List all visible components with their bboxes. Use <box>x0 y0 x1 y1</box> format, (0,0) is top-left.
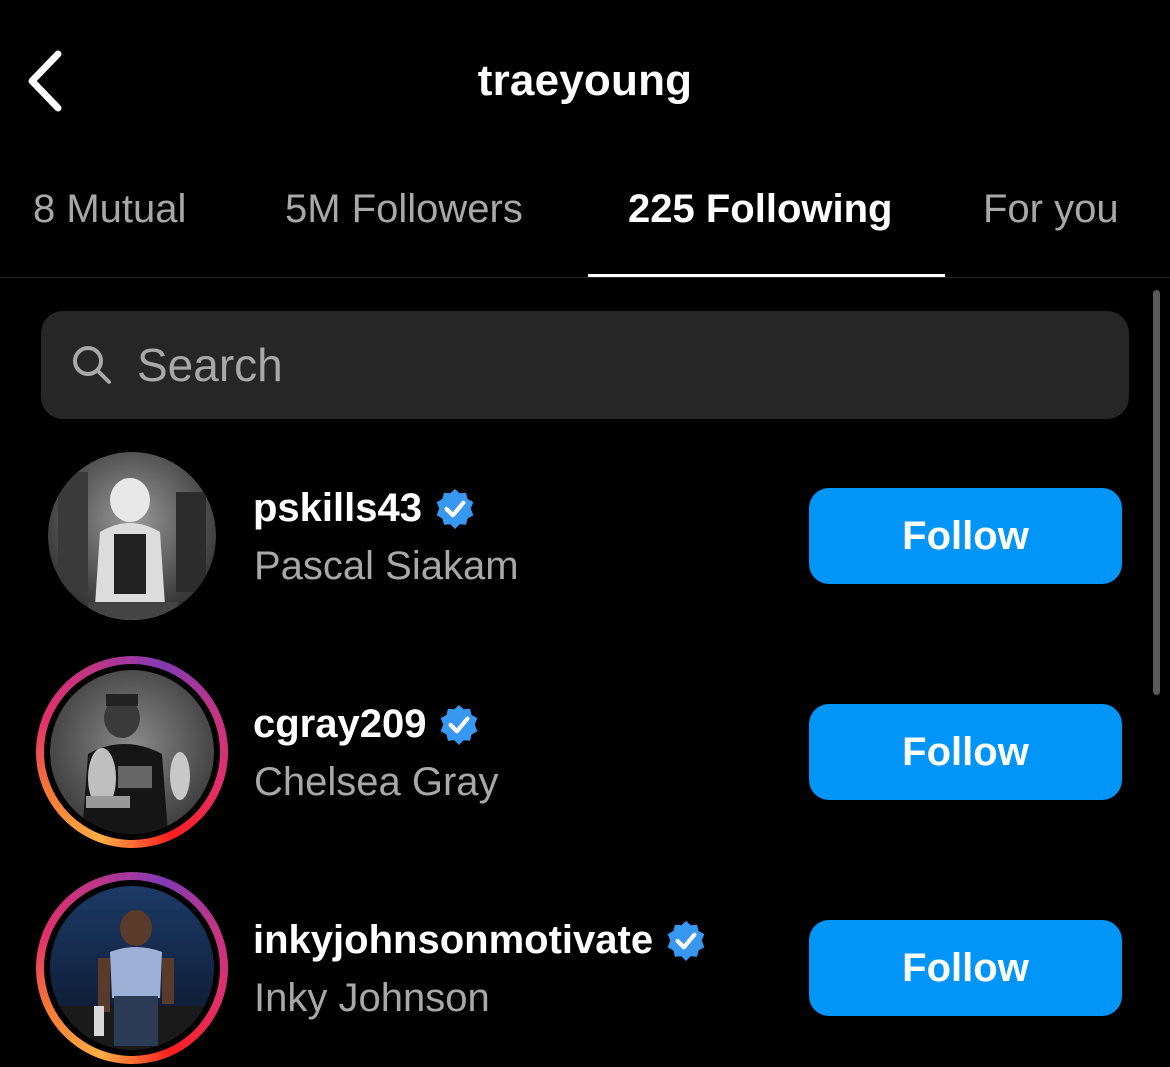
full-name: Inky Johnson <box>254 976 490 1020</box>
search-icon <box>73 346 111 384</box>
username[interactable]: inkyjohnsonmotivate <box>253 918 653 963</box>
username-line: cgray209 <box>253 702 480 747</box>
search-input[interactable] <box>137 311 1097 419</box>
follow-button[interactable]: Follow <box>809 704 1122 800</box>
follow-button[interactable]: Follow <box>809 488 1122 584</box>
list-item[interactable]: inkyjohnsonmotivate Inky Johnson Follow <box>0 872 1140 1067</box>
username[interactable]: cgray209 <box>253 702 426 747</box>
active-tab-indicator <box>588 274 945 277</box>
scrollbar[interactable] <box>1153 290 1160 695</box>
full-name: Chelsea Gray <box>254 760 499 804</box>
list-item[interactable]: pskills43 Pascal Siakam Follow <box>0 440 1140 640</box>
search-bar[interactable] <box>41 311 1129 419</box>
verified-badge-icon <box>436 488 474 529</box>
username-line: inkyjohnsonmotivate <box>253 918 707 963</box>
tab-bar: 8 Mutual 5M Followers 225 Following For … <box>0 165 1170 278</box>
page-title: traeyoung <box>477 56 693 105</box>
tab-mutual[interactable]: 8 Mutual <box>33 187 186 232</box>
follow-button[interactable]: Follow <box>809 920 1122 1016</box>
list-item[interactable]: cgray209 Chelsea Gray Follow <box>0 656 1140 856</box>
avatar[interactable] <box>36 438 228 630</box>
avatar-story-ring[interactable] <box>36 656 228 848</box>
verified-badge-icon <box>667 920 705 961</box>
avatar <box>50 670 214 834</box>
verified-badge-icon <box>441 704 478 745</box>
avatar <box>50 886 214 1050</box>
username[interactable]: pskills43 <box>253 486 422 531</box>
full-name: Pascal Siakam <box>254 544 519 588</box>
tab-followers[interactable]: 5M Followers <box>285 187 523 232</box>
avatar-story-ring[interactable] <box>36 872 228 1064</box>
tab-following[interactable]: 225 Following <box>628 187 892 232</box>
username-line: pskills43 <box>253 486 476 531</box>
tab-for-you[interactable]: For you <box>983 187 1119 232</box>
top-bar: traeyoung <box>0 0 1170 165</box>
